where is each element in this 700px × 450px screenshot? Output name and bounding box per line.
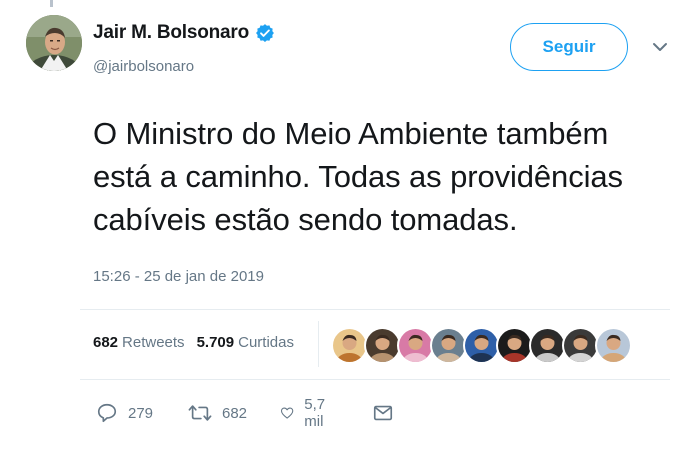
likes-count[interactable]: 5.709 [197, 334, 235, 351]
liker-avatar-6[interactable] [496, 327, 533, 364]
author-handle[interactable]: @jairbolsonaro [93, 58, 194, 75]
tweet-text-line: cabíveis estão sendo tomadas. [93, 202, 518, 237]
liker-avatar-7[interactable] [529, 327, 566, 364]
follow-button[interactable]: Seguir [510, 23, 628, 71]
tweet-text: O Ministro do Meio Ambiente também está … [93, 112, 683, 241]
direct-message-icon [373, 405, 393, 421]
liker-avatar-icon [465, 329, 498, 362]
divider [80, 309, 670, 310]
author-avatar[interactable] [26, 15, 82, 71]
liker-avatar-icon [564, 329, 597, 362]
liker-avatar-icon [597, 329, 630, 362]
like-count: 5,7 mil [304, 396, 326, 430]
stats-separator [318, 321, 319, 367]
direct-message-button[interactable] [372, 398, 394, 428]
liker-avatar-1[interactable] [331, 327, 368, 364]
liker-avatar-icon [399, 329, 432, 362]
retweets-count[interactable]: 682 [93, 334, 118, 351]
tweet-timestamp[interactable]: 15:26 - 25 de jan de 2019 [93, 268, 264, 285]
tweet-text-line: está a caminho. Todas as providências [93, 159, 623, 194]
avatar-photo-icon [26, 15, 82, 71]
liker-avatar-icon [498, 329, 531, 362]
thread-line-fragment [50, 0, 53, 7]
like-button[interactable]: 5,7 mil [280, 396, 333, 430]
liker-avatar-icon [366, 329, 399, 362]
verified-badge-icon [255, 23, 275, 43]
liker-avatar-icon [333, 329, 366, 362]
reply-count: 279 [128, 404, 154, 422]
author-name-row[interactable]: Jair M. Bolsonaro [93, 20, 275, 46]
heart-icon [280, 407, 294, 419]
tweet-stats: 682 Retweets 5.709 Curtidas [93, 334, 294, 351]
retweets-label[interactable]: Retweets [122, 334, 185, 351]
retweet-button[interactable]: 682 [188, 398, 247, 428]
author-display-name[interactable]: Jair M. Bolsonaro [93, 22, 249, 44]
tweet-page: Jair M. Bolsonaro @jairbolsonaro Seguir … [0, 0, 700, 450]
reply-icon [97, 403, 117, 423]
liker-avatar-9[interactable] [595, 327, 632, 364]
retweet-count: 682 [222, 404, 248, 422]
reply-button[interactable]: 279 [96, 398, 153, 428]
liker-avatar-3[interactable] [397, 327, 434, 364]
divider [80, 379, 670, 380]
liker-avatar-icon [432, 329, 465, 362]
likes-label[interactable]: Curtidas [238, 334, 294, 351]
liker-avatar-8[interactable] [562, 327, 599, 364]
liker-avatar-2[interactable] [364, 327, 401, 364]
liker-avatar-4[interactable] [430, 327, 467, 364]
retweet-icon [188, 405, 212, 421]
liker-avatar-icon [531, 329, 564, 362]
chevron-down-icon[interactable] [651, 40, 669, 54]
tweet-text-line: O Ministro do Meio Ambiente também [93, 116, 609, 151]
liker-avatar-5[interactable] [463, 327, 500, 364]
